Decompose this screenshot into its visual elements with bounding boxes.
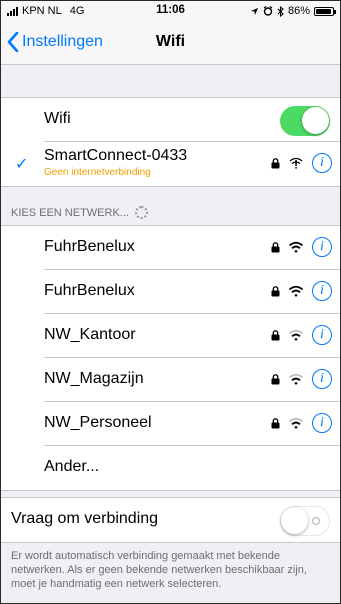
connected-network-row[interactable]: ✓ SmartConnect-0433 Geen internetverbind… bbox=[1, 142, 340, 186]
ask-to-join-row: Vraag om verbinding bbox=[1, 498, 340, 542]
info-icon[interactable]: i bbox=[312, 281, 332, 301]
other-network-label: Ander... bbox=[44, 458, 100, 475]
choose-network-label: KIES EEN NETWERK... bbox=[11, 206, 129, 219]
lock-icon bbox=[271, 329, 280, 340]
bluetooth-icon bbox=[277, 5, 284, 17]
info-icon[interactable]: i bbox=[312, 369, 332, 389]
ask-to-join-toggle[interactable] bbox=[280, 506, 330, 536]
wifi-group: Wifi ✓ SmartConnect-0433 Geen internetve… bbox=[1, 97, 340, 187]
wifi-signal-icon bbox=[288, 241, 304, 253]
wifi-toggle[interactable] bbox=[280, 106, 330, 136]
info-icon[interactable]: i bbox=[312, 325, 332, 345]
connected-network-name: SmartConnect-0433 bbox=[44, 147, 188, 164]
loading-spinner-icon bbox=[134, 206, 148, 219]
wifi-no-internet-icon bbox=[289, 157, 303, 169]
lock-icon bbox=[271, 417, 280, 428]
wifi-toggle-row: Wifi bbox=[1, 98, 340, 142]
lock-icon bbox=[271, 241, 280, 252]
location-arrow-icon bbox=[250, 7, 259, 15]
network-row[interactable]: NW_Magazijn i bbox=[1, 358, 340, 402]
network-row[interactable]: NW_Kantoor i bbox=[1, 314, 340, 358]
settings-screen: KPN NL 4G 11:06 86% Instellingen Wifi Wi… bbox=[0, 0, 341, 604]
network-row[interactable]: NW_Personeel i bbox=[1, 402, 340, 446]
alarm-icon bbox=[263, 6, 273, 16]
network-row[interactable]: FuhrBenelux i bbox=[1, 270, 340, 314]
navigation-bar: Instellingen Wifi bbox=[1, 21, 340, 65]
wifi-signal-icon bbox=[288, 417, 304, 429]
network-name: FuhrBenelux bbox=[44, 282, 135, 299]
network-name: NW_Magazijn bbox=[44, 370, 144, 387]
lock-icon bbox=[271, 373, 280, 384]
network-row[interactable]: FuhrBenelux i bbox=[1, 226, 340, 270]
network-name: NW_Personeel bbox=[44, 414, 152, 431]
status-bar: KPN NL 4G 11:06 86% bbox=[1, 1, 340, 21]
ask-to-join-label: Vraag om verbinding bbox=[11, 510, 159, 527]
networks-group: FuhrBenelux i FuhrBenelux i NW_Kantoor i bbox=[1, 225, 340, 491]
wifi-signal-icon bbox=[288, 285, 304, 297]
page-title: Wifi bbox=[155, 33, 186, 50]
battery-icon bbox=[314, 6, 336, 16]
ask-to-join-group: Vraag om verbinding bbox=[1, 497, 340, 543]
connection-status: Geen internetverbinding bbox=[44, 167, 151, 178]
info-icon[interactable]: i bbox=[312, 237, 332, 257]
wifi-toggle-label: Wifi bbox=[44, 110, 71, 127]
lock-icon bbox=[271, 157, 280, 168]
info-icon[interactable]: i bbox=[312, 413, 332, 433]
choose-network-header: KIES EEN NETWERK... bbox=[11, 206, 148, 219]
lock-icon bbox=[271, 285, 280, 296]
wifi-signal-icon bbox=[288, 373, 304, 385]
wifi-signal-icon bbox=[288, 329, 304, 341]
info-icon[interactable]: i bbox=[312, 153, 332, 173]
network-name: NW_Kantoor bbox=[44, 326, 136, 343]
network-name: FuhrBenelux bbox=[44, 238, 135, 255]
other-network-row[interactable]: Ander... bbox=[1, 446, 340, 490]
battery-percent: 86% bbox=[287, 5, 310, 17]
checkmark-icon: ✓ bbox=[15, 156, 29, 173]
ask-to-join-footer: Er wordt automatisch verbinding gemaakt … bbox=[11, 550, 307, 590]
